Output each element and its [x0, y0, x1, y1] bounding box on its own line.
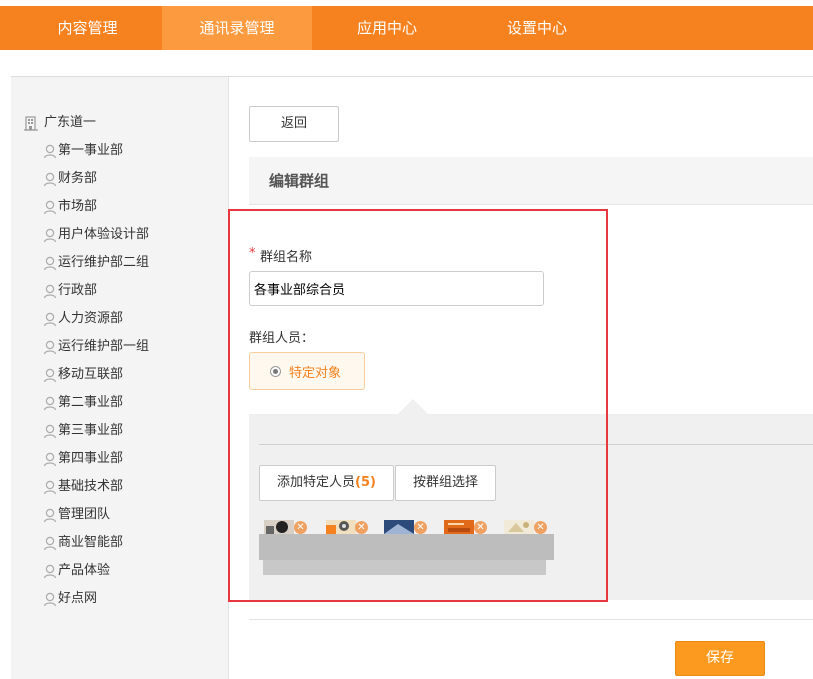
person-icon [43, 536, 57, 550]
person-icon [43, 564, 57, 578]
person-icon [43, 480, 57, 494]
person-icon [43, 592, 57, 606]
specific-target-label: 特定对象 [289, 365, 342, 381]
person-icon [43, 284, 57, 298]
remove-member-2-icon[interactable]: ✕ [355, 521, 368, 534]
person-icon [43, 256, 57, 270]
person-icon [43, 368, 57, 382]
member-avatar-3 [384, 520, 414, 534]
person-icon [43, 200, 57, 214]
person-icon [43, 424, 57, 438]
org-tree-root[interactable]: 广东道一 [24, 114, 96, 132]
sidebar-item[interactable]: 管理团队 [42, 506, 110, 524]
org-tree-root-label: 广东道一 [44, 115, 97, 130]
person-icon [43, 508, 57, 522]
remove-member-5-icon[interactable]: ✕ [534, 521, 547, 534]
remove-member-1-icon[interactable]: ✕ [294, 521, 307, 534]
sidebar-item-label: 产品体验 [58, 563, 111, 578]
sidebar-item[interactable]: 第一事业部 [42, 142, 123, 160]
nav-tab-settings[interactable]: 设置中心 [462, 6, 612, 50]
sidebar-item-label: 基础技术部 [58, 479, 124, 494]
member-avatar-1 [264, 520, 294, 534]
person-icon [43, 228, 57, 242]
sidebar-item-label: 移动互联部 [58, 367, 124, 382]
member-avatar-5 [504, 520, 534, 534]
sidebar-item-label: 行政部 [58, 283, 98, 298]
radio-selected-icon [270, 365, 281, 377]
required-marker: * [249, 246, 256, 261]
sidebar-item-label: 市场部 [58, 199, 98, 214]
sidebar-item-label: 运行维护部一组 [58, 339, 150, 354]
sidebar-item[interactable]: 基础技术部 [42, 478, 123, 496]
sidebar-item-label: 第三事业部 [58, 423, 124, 438]
person-icon [43, 340, 57, 354]
member-avatar-4 [444, 520, 474, 534]
back-button[interactable]: 返回 [249, 106, 339, 142]
sidebar-item-label: 人力资源部 [58, 311, 124, 326]
redacted-member-names [259, 534, 554, 560]
redacted-member-info [263, 560, 546, 575]
sidebar-item[interactable]: 运行维护部一组 [42, 338, 149, 356]
remove-member-3-icon[interactable]: ✕ [414, 521, 427, 534]
panel-divider [259, 444, 813, 445]
sidebar-item-label: 运行维护部二组 [58, 255, 150, 270]
add-specific-members-label: 添加特定人员 [277, 475, 356, 490]
section-title: 编辑群组 [269, 172, 330, 190]
member-count: (5) [355, 475, 376, 490]
save-button[interactable]: 保存 [675, 641, 765, 676]
sidebar-item[interactable]: 好点网 [42, 590, 97, 608]
select-by-group-button[interactable]: 按群组选择 [395, 465, 496, 501]
panel-pointer [398, 399, 428, 414]
building-icon [24, 115, 38, 131]
sidebar-item[interactable]: 商业智能部 [42, 534, 123, 552]
group-name-label: 群组名称 [260, 250, 313, 265]
sidebar-item[interactable]: 第二事业部 [42, 394, 123, 412]
sidebar-item-label: 第二事业部 [58, 395, 124, 410]
sidebar-item[interactable]: 第三事业部 [42, 422, 123, 440]
section-header [249, 157, 813, 205]
sidebar-item-label: 财务部 [58, 171, 98, 186]
sidebar-item[interactable]: 产品体验 [42, 562, 110, 580]
sidebar-item[interactable]: 人力资源部 [42, 310, 123, 328]
sidebar-item[interactable]: 运行维护部二组 [42, 254, 149, 272]
top-nav: 内容管理 通讯录管理 应用中心 设置中心 [0, 6, 813, 50]
sidebar-item[interactable]: 财务部 [42, 170, 97, 188]
sidebar-item[interactable]: 用户体验设计部 [42, 226, 149, 244]
nav-tab-contacts[interactable]: 通讯录管理 [162, 6, 312, 50]
sidebar-item[interactable]: 移动互联部 [42, 366, 123, 384]
add-specific-members-button[interactable]: 添加特定人员(5) [259, 465, 394, 501]
sidebar-item-label: 管理团队 [58, 507, 111, 522]
sidebar-item-label: 好点网 [58, 591, 98, 606]
sidebar-item[interactable]: 市场部 [42, 198, 97, 216]
member-avatar-2 [326, 520, 356, 534]
nav-tab-apps[interactable]: 应用中心 [312, 6, 462, 50]
person-icon [43, 312, 57, 326]
sidebar-item[interactable]: 行政部 [42, 282, 97, 300]
sidebar-item-label: 第一事业部 [58, 143, 124, 158]
sidebar-item-label: 用户体验设计部 [58, 227, 150, 242]
footer-divider [249, 619, 813, 620]
group-name-input[interactable] [249, 271, 544, 306]
nav-tab-content[interactable]: 内容管理 [13, 6, 162, 50]
sidebar-item-label: 商业智能部 [58, 535, 124, 550]
specific-target-radio[interactable]: 特定对象 [249, 352, 365, 390]
person-icon [43, 144, 57, 158]
person-icon [43, 396, 57, 410]
sidebar-item-label: 第四事业部 [58, 451, 124, 466]
sidebar-item[interactable]: 第四事业部 [42, 450, 123, 468]
group-members-label: 群组人员： [249, 331, 315, 346]
remove-member-4-icon[interactable]: ✕ [474, 521, 487, 534]
person-icon [43, 172, 57, 186]
person-icon [43, 452, 57, 466]
